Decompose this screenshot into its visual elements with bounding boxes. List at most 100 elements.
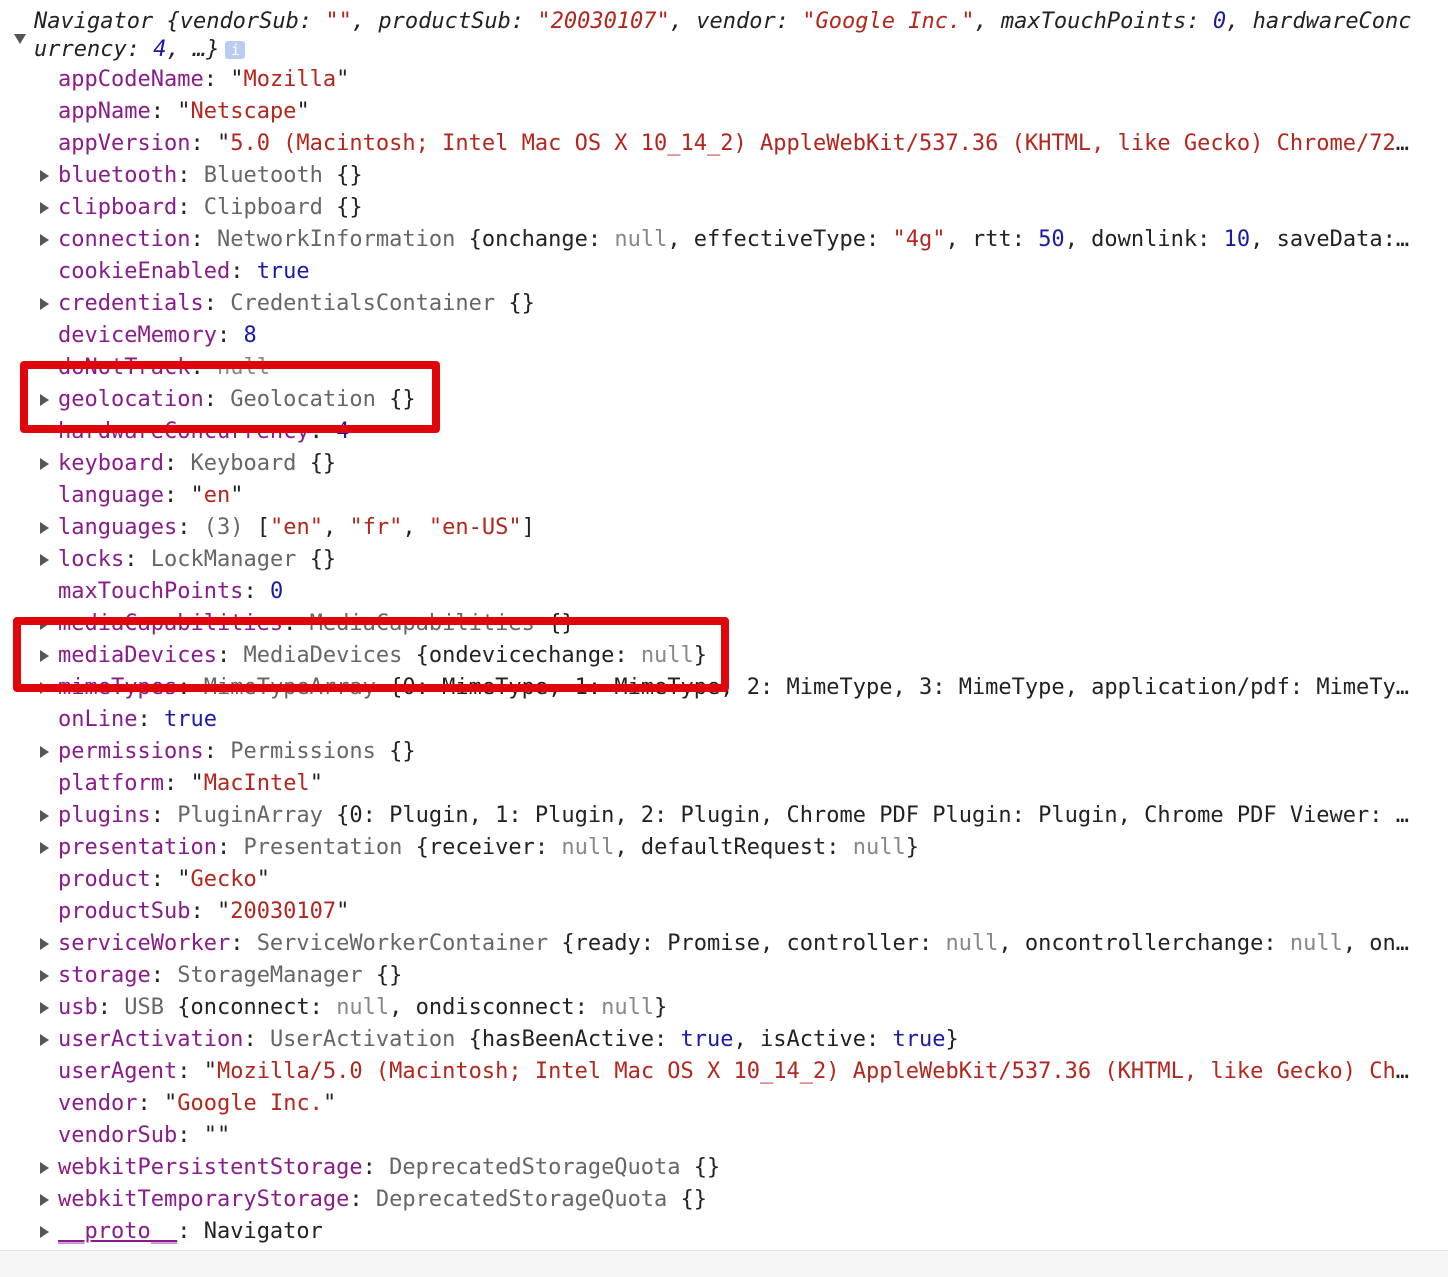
property-row-connection[interactable]: connection: NetworkInformation {onchange… — [0, 224, 1420, 256]
property-value-token: " — [256, 867, 270, 892]
property-value-token: "4g" — [892, 227, 946, 252]
property-value-token: null — [336, 995, 390, 1020]
property-key: bluetooth — [58, 163, 178, 188]
property-value-token: MacIntel — [203, 771, 310, 796]
property-key: onLine — [58, 707, 138, 732]
property-row-locks[interactable]: locks: LockManager {} — [0, 544, 1420, 576]
property-value-token: {onchange: — [468, 227, 615, 252]
property-value-token: Presentation — [243, 835, 416, 860]
property-content: serviceWorker: ServiceWorkerContainer {r… — [58, 928, 1410, 960]
property-value-token: ] — [521, 515, 535, 540]
property-content: vendor: "Google Inc." — [58, 1088, 1410, 1120]
property-value-token: true — [256, 259, 310, 284]
property-key: product — [58, 867, 151, 892]
expand-triangle-icon[interactable] — [40, 1162, 49, 1174]
property-value-token: " — [230, 483, 244, 508]
property-value-token: : — [190, 227, 217, 252]
expand-triangle-icon[interactable] — [40, 842, 49, 854]
property-row-storage[interactable]: storage: StorageManager {} — [0, 960, 1420, 992]
property-key: permissions — [58, 739, 204, 764]
property-row-useractivation[interactable]: userActivation: UserActivation {hasBeenA… — [0, 1024, 1420, 1056]
expand-triangle-icon[interactable] — [40, 1034, 49, 1046]
property-value-token: {} — [389, 739, 416, 764]
highlight-box-mediadevices — [13, 617, 729, 692]
property-value-token: {} — [336, 195, 363, 220]
property-row-proto[interactable]: __proto__: Navigator — [0, 1216, 1420, 1248]
expand-triangle-icon[interactable] — [40, 810, 49, 822]
property-value-token: Clipboard — [203, 195, 337, 220]
property-value-token: "fr" — [349, 515, 403, 540]
expand-triangle-icon[interactable] — [40, 1226, 49, 1238]
property-content: userActivation: UserActivation {hasBeenA… — [58, 1024, 1410, 1056]
expand-triangle-icon[interactable] — [40, 1002, 49, 1014]
property-value-token: {} — [309, 451, 337, 476]
expand-triangle-icon[interactable] — [40, 970, 49, 982]
property-value-token: , onmessage: null, …} — [1342, 931, 1410, 956]
property-value-token: : — [203, 739, 231, 764]
property-key: productSub — [58, 899, 191, 924]
property-value-token: StorageManager — [177, 963, 376, 988]
property-value-token: {onconnect: — [177, 995, 337, 1020]
property-row-webkittemporarystorage[interactable]: webkitTemporaryStorage: DeprecatedStorag… — [0, 1184, 1420, 1216]
property-value-token: true — [680, 1027, 734, 1052]
property-value-token: CredentialsContainer — [230, 291, 509, 316]
property-key: serviceWorker — [58, 931, 231, 956]
property-row-clipboard[interactable]: clipboard: Clipboard {} — [0, 192, 1420, 224]
property-value-token: } — [905, 835, 919, 860]
property-value-token: } — [654, 995, 668, 1020]
property-value-token: NetworkInformation — [216, 227, 469, 252]
expand-triangle-icon[interactable] — [40, 234, 49, 246]
property-content: onLine: true — [58, 704, 1410, 736]
property-content: keyboard: Keyboard {} — [58, 448, 1410, 480]
property-key: webkitTemporaryStorage — [58, 1187, 350, 1212]
property-key: language — [58, 483, 164, 508]
property-key: storage — [58, 963, 151, 988]
property-content: userAgent: "Mozilla/5.0 (Macintosh; Inte… — [58, 1056, 1410, 1088]
info-icon[interactable]: i — [225, 41, 246, 59]
property-value-token: {0: Plugin, 1: Plugin, 2: Plugin, Chrome… — [336, 803, 1410, 828]
property-value-token: : — [97, 995, 125, 1020]
property-row-credentials[interactable]: credentials: CredentialsContainer {} — [0, 288, 1420, 320]
property-value-token: 0 — [269, 579, 284, 604]
property-key: userActivation — [58, 1027, 244, 1052]
property-value-token: Bluetooth — [203, 163, 337, 188]
property-value-token: " — [296, 99, 310, 124]
navigator-object-header[interactable]: Navigator {vendorSub: "", productSub: "2… — [0, 8, 1448, 68]
expand-triangle-icon[interactable] — [40, 746, 49, 758]
property-value-token: Gecko — [190, 867, 257, 892]
property-row-productsub: productSub: "20030107" — [0, 896, 1420, 928]
property-key: vendorSub — [58, 1123, 178, 1148]
property-row-online: onLine: true — [0, 704, 1420, 736]
expand-triangle-icon[interactable] — [40, 522, 49, 534]
property-row-languages[interactable]: languages: (3) ["en", "fr", "en-US"] — [0, 512, 1420, 544]
collapse-caret-icon[interactable] — [14, 34, 26, 44]
property-content: appName: "Netscape" — [58, 96, 1410, 128]
property-value-token: 50 — [1038, 227, 1065, 252]
property-row-product: product: "Gecko" — [0, 864, 1420, 896]
expand-triangle-icon[interactable] — [40, 458, 49, 470]
expand-triangle-icon[interactable] — [40, 1194, 49, 1206]
navigator-summary[interactable]: Navigator {vendorSub: "", productSub: "2… — [34, 8, 1414, 64]
expand-triangle-icon[interactable] — [40, 554, 49, 566]
property-value-token: : — [362, 1155, 390, 1180]
property-value-token: : — [177, 163, 204, 188]
property-value-token: : — [163, 451, 191, 476]
property-row-presentation[interactable]: presentation: Presentation {receiver: nu… — [0, 832, 1420, 864]
property-row-bluetooth[interactable]: bluetooth: Bluetooth {} — [0, 160, 1420, 192]
property-content: product: "Gecko" — [58, 864, 1410, 896]
property-value-token: , saveData: false} — [1250, 227, 1410, 252]
expand-triangle-icon[interactable] — [40, 202, 49, 214]
expand-triangle-icon[interactable] — [40, 298, 49, 310]
expand-triangle-icon[interactable] — [40, 938, 49, 950]
property-row-keyboard[interactable]: keyboard: Keyboard {} — [0, 448, 1420, 480]
property-row-usb[interactable]: usb: USB {onconnect: null, ondisconnect:… — [0, 992, 1420, 1024]
property-row-plugins[interactable]: plugins: PluginArray {0: Plugin, 1: Plug… — [0, 800, 1420, 832]
property-value-token: {hasBeenActive: — [468, 1027, 681, 1052]
expand-triangle-icon[interactable] — [40, 170, 49, 182]
summary-token: "" — [325, 9, 352, 34]
property-row-webkitpersistentstorage[interactable]: webkitPersistentStorage: DeprecatedStora… — [0, 1152, 1420, 1184]
property-value-token: : — [243, 1027, 270, 1052]
property-row-serviceworker[interactable]: serviceWorker: ServiceWorkerContainer {r… — [0, 928, 1420, 960]
property-value-token: : — [203, 291, 231, 316]
property-row-permissions[interactable]: permissions: Permissions {} — [0, 736, 1420, 768]
